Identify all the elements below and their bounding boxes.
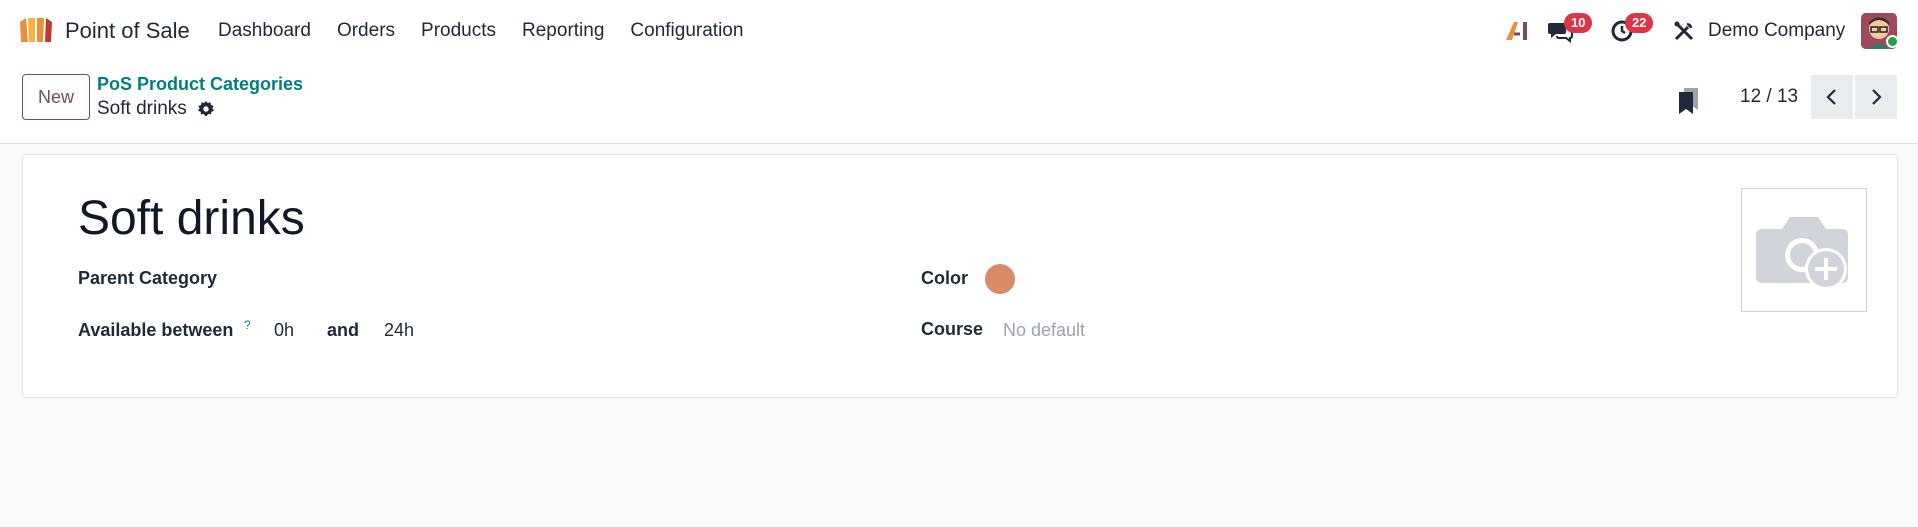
image-upload[interactable] [1741,188,1867,312]
online-status-dot [1886,35,1899,48]
tools-icon[interactable] [1670,14,1698,48]
course-label: Course [921,319,984,339]
chevron-left-icon [1826,89,1836,105]
company-switcher[interactable]: Demo Company [1708,20,1845,42]
menu-reporting[interactable]: Reporting [509,20,617,42]
category-name-field[interactable]: Soft drinks [78,191,305,246]
camera-add-icon [1756,217,1848,290]
parent-category-label: Parent Category [78,268,218,288]
menu-products[interactable]: Products [408,20,509,42]
app-name[interactable]: Point of Sale [65,18,190,44]
and-label: and [327,320,360,340]
main-menu: Dashboard Orders Products Reporting Conf… [205,0,756,62]
top-navbar: Point of Sale Dashboard Orders Products … [0,0,1918,62]
color-picker[interactable] [985,264,1015,294]
pos-app-logo-icon[interactable] [18,16,54,44]
bookmark-icon[interactable] [1676,86,1702,116]
help-tooltip-icon[interactable]: ? [244,318,251,332]
gear-icon[interactable] [197,100,215,118]
menu-orders[interactable]: Orders [324,20,408,42]
pager-value[interactable]: 12 / 13 [1740,86,1798,108]
course-field[interactable]: No default [1003,320,1085,341]
pager-next-button[interactable] [1855,75,1897,119]
breadcrumb[interactable]: PoS Product Categories [97,74,303,95]
control-panel: New PoS Product Categories Soft drinks 1… [0,62,1918,144]
new-button[interactable]: New [22,74,90,120]
messages-badge: 10 [1564,13,1593,33]
record-title: Soft drinks [97,98,215,120]
activities-badge: 22 [1625,13,1654,33]
menu-configuration[interactable]: Configuration [617,20,756,42]
record-title-text: Soft drinks [97,98,187,119]
start-hour-field[interactable]: 0h [274,320,294,341]
ai-icon[interactable] [1502,14,1532,48]
available-between-label: Available between [78,320,234,340]
color-label: Color [921,268,968,288]
form-sheet: Soft drinks Parent Category Available be… [22,154,1898,398]
parent-category-field[interactable] [323,261,883,293]
chevron-right-icon [1872,89,1882,105]
menu-dashboard[interactable]: Dashboard [205,20,324,42]
pager-previous-button[interactable] [1811,75,1853,119]
end-hour-field[interactable]: 24h [384,320,414,341]
